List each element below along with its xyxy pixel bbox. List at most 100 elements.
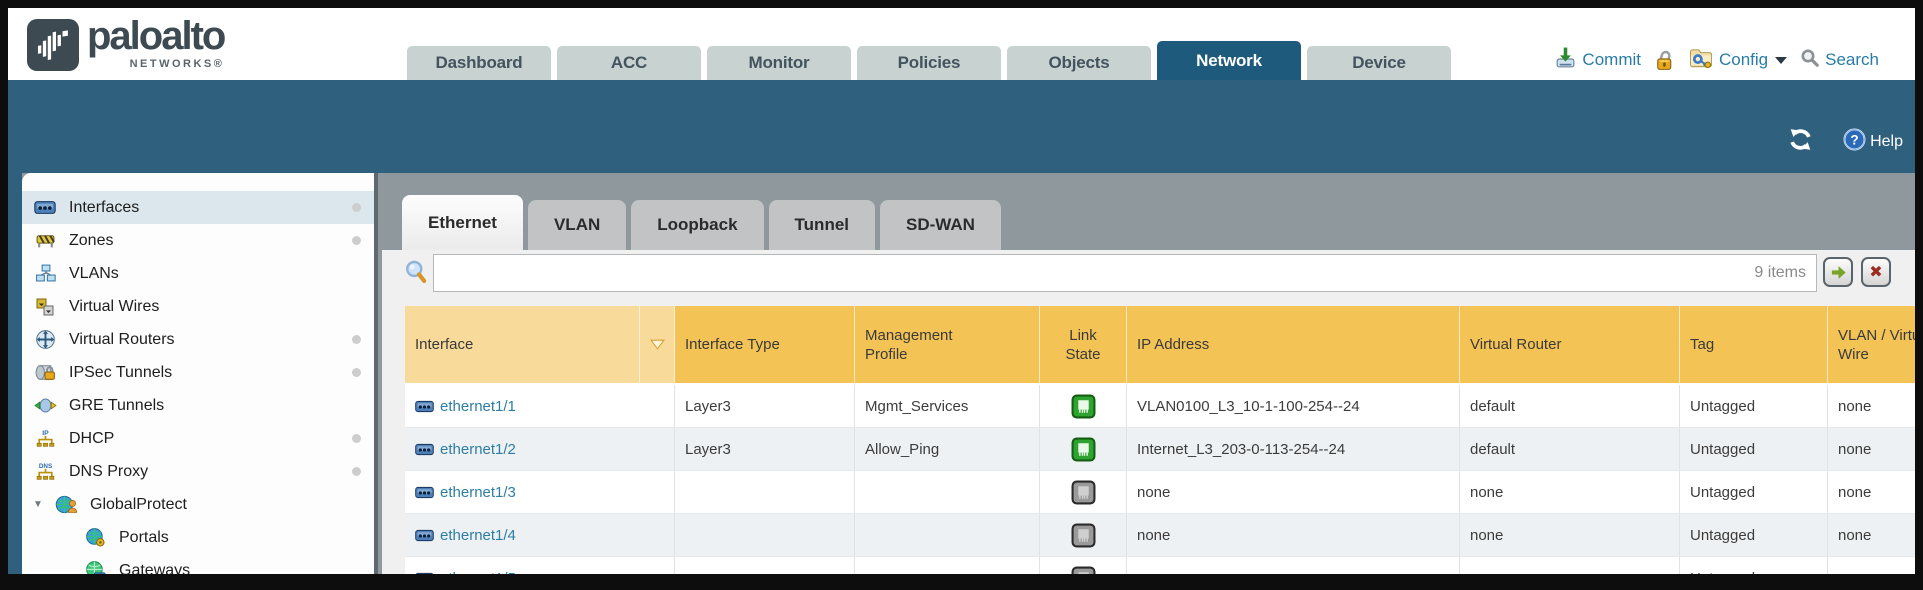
link-down-icon xyxy=(1071,480,1096,505)
collapse-arrow-icon[interactable]: ▼ xyxy=(33,499,49,510)
tab-objects[interactable]: Objects xyxy=(1007,46,1151,80)
interface-link[interactable]: ethernet1/1 xyxy=(415,398,516,415)
subtab-ethernet[interactable]: Ethernet xyxy=(402,195,523,250)
filter-input[interactable] xyxy=(434,255,1754,291)
ethernet-port-icon xyxy=(415,572,434,575)
cell-profile xyxy=(855,557,1040,574)
zones-icon xyxy=(33,230,57,251)
sidebar-item-dns-proxy[interactable]: DNS DNS Proxy xyxy=(22,455,374,488)
dns-proxy-icon: DNS xyxy=(33,461,57,482)
cell-ip: VLAN0100_L3_10-1-100-254--24 xyxy=(1127,385,1460,427)
sidebar-item-zones[interactable]: Zones xyxy=(22,224,374,257)
col-link-state[interactable]: Link State xyxy=(1040,306,1127,383)
clear-filter-button[interactable]: ✖ xyxy=(1861,257,1891,287)
commit-button[interactable]: Commit xyxy=(1554,46,1641,74)
cell-profile: Allow_Ping xyxy=(855,428,1040,470)
tab-acc[interactable]: ACC xyxy=(557,46,701,80)
sidebar-item-gre-tunnels[interactable]: GRE Tunnels xyxy=(22,389,374,422)
cell-type: Layer3 xyxy=(675,428,855,470)
config-menu[interactable]: Config xyxy=(1688,46,1787,74)
interface-link[interactable]: ethernet1/5 xyxy=(415,570,516,575)
svg-text:IP: IP xyxy=(42,430,49,437)
item-dot xyxy=(352,335,361,344)
link-up-icon xyxy=(1071,437,1096,462)
svg-text:?: ? xyxy=(1850,132,1858,147)
subtab-tunnel[interactable]: Tunnel xyxy=(769,200,875,250)
cell-profile: Mgmt_Services xyxy=(855,385,1040,427)
sidebar-item-interfaces[interactable]: Interfaces xyxy=(22,191,374,224)
item-dot xyxy=(352,236,361,245)
sidebar-item-dhcp[interactable]: IP DHCP xyxy=(22,422,374,455)
tab-dashboard[interactable]: Dashboard xyxy=(407,46,551,80)
interface-link[interactable]: ethernet1/4 xyxy=(415,527,516,544)
cell-ip: none xyxy=(1127,557,1460,574)
col-ip-address[interactable]: IP Address xyxy=(1127,306,1460,383)
item-dot xyxy=(352,368,361,377)
cell-vrouter: default xyxy=(1460,428,1680,470)
commit-icon xyxy=(1554,46,1577,74)
column-menu-button[interactable] xyxy=(640,306,675,383)
cell-link-state xyxy=(1040,557,1127,574)
col-management-profile[interactable]: Management Profile xyxy=(855,306,1040,383)
sidebar-item-portals[interactable]: Portals xyxy=(22,521,374,554)
top-actions: Commit Config xyxy=(1554,46,1879,74)
filter-field: 9 items xyxy=(433,254,1817,292)
sidebar-item-vlans[interactable]: VLANs xyxy=(22,257,374,290)
lock-icon[interactable] xyxy=(1654,49,1675,72)
tab-policies[interactable]: Policies xyxy=(857,46,1001,80)
col-interface[interactable]: Interface xyxy=(405,306,640,383)
ethernet-panel: 9 items ✖ Interface xyxy=(382,250,1915,574)
table-row: ethernet1/1 Layer3 Mgmt_Services VLAN010… xyxy=(405,385,1915,428)
sidebar-item-globalprotect[interactable]: ▼ GlobalProtect xyxy=(22,488,374,521)
global-search[interactable]: Search xyxy=(1800,48,1879,73)
subtab-loopback[interactable]: Loopback xyxy=(631,200,763,250)
interface-link[interactable]: ethernet1/2 xyxy=(415,441,516,458)
apply-filter-button[interactable] xyxy=(1823,257,1853,287)
item-dot xyxy=(352,203,361,212)
virtual-routers-icon xyxy=(33,329,57,350)
tab-monitor[interactable]: Monitor xyxy=(707,46,851,80)
gateways-icon xyxy=(83,560,107,574)
cell-vrouter: none xyxy=(1460,557,1680,574)
subtab-vlan[interactable]: VLAN xyxy=(528,200,626,250)
sort-triangle-icon xyxy=(650,339,665,350)
sidebar-item-virtual-wires[interactable]: Virtual Wires xyxy=(22,290,374,323)
top-bar: paloalto NETWORKS® Dashboard ACC Monitor… xyxy=(8,8,1915,80)
help-icon: ? xyxy=(1843,128,1866,156)
tab-network[interactable]: Network xyxy=(1157,41,1301,80)
portals-icon xyxy=(83,527,107,548)
interface-link[interactable]: ethernet1/3 xyxy=(415,484,516,501)
cell-type xyxy=(675,471,855,513)
subtab-sdwan[interactable]: SD-WAN xyxy=(880,200,1001,250)
col-virtual-router[interactable]: Virtual Router xyxy=(1460,306,1680,383)
cell-type xyxy=(675,557,855,574)
ethernet-port-icon xyxy=(415,400,434,413)
cell-link-state xyxy=(1040,514,1127,556)
tab-device[interactable]: Device xyxy=(1307,46,1451,80)
ipsec-tunnels-icon xyxy=(33,363,57,382)
sidebar-item-virtual-routers[interactable]: Virtual Routers xyxy=(22,323,374,356)
green-arrow-icon xyxy=(1830,264,1847,281)
paloalto-logo: paloalto NETWORKS® xyxy=(27,16,224,71)
cell-type xyxy=(675,514,855,556)
filter-row: 9 items ✖ xyxy=(382,250,1915,298)
table-row: ethernet1/2 Layer3 Allow_Ping Internet_L… xyxy=(405,428,1915,471)
sidebar-item-gateways[interactable]: Gateways xyxy=(22,554,374,574)
col-tag[interactable]: Tag xyxy=(1680,306,1828,383)
cell-vlan: none xyxy=(1828,471,1915,513)
cell-tag: Untagged xyxy=(1680,471,1828,513)
help-button[interactable]: ? Help xyxy=(1843,128,1903,156)
link-down-icon xyxy=(1071,523,1096,548)
filter-search-icon xyxy=(403,259,429,292)
help-label: Help xyxy=(1870,133,1903,151)
col-vlan-wire[interactable]: VLAN / Virtual Wire xyxy=(1828,306,1915,383)
context-band: ? Help xyxy=(8,80,1915,173)
cell-vlan: none xyxy=(1828,557,1915,574)
col-interface-type[interactable]: Interface Type xyxy=(675,306,855,383)
cell-tag: Untagged xyxy=(1680,557,1828,574)
ethernet-port-icon xyxy=(415,486,434,499)
item-dot xyxy=(352,467,361,476)
cell-link-state xyxy=(1040,428,1127,470)
refresh-icon[interactable] xyxy=(1788,127,1813,157)
sidebar-item-ipsec-tunnels[interactable]: IPSec Tunnels xyxy=(22,356,374,389)
